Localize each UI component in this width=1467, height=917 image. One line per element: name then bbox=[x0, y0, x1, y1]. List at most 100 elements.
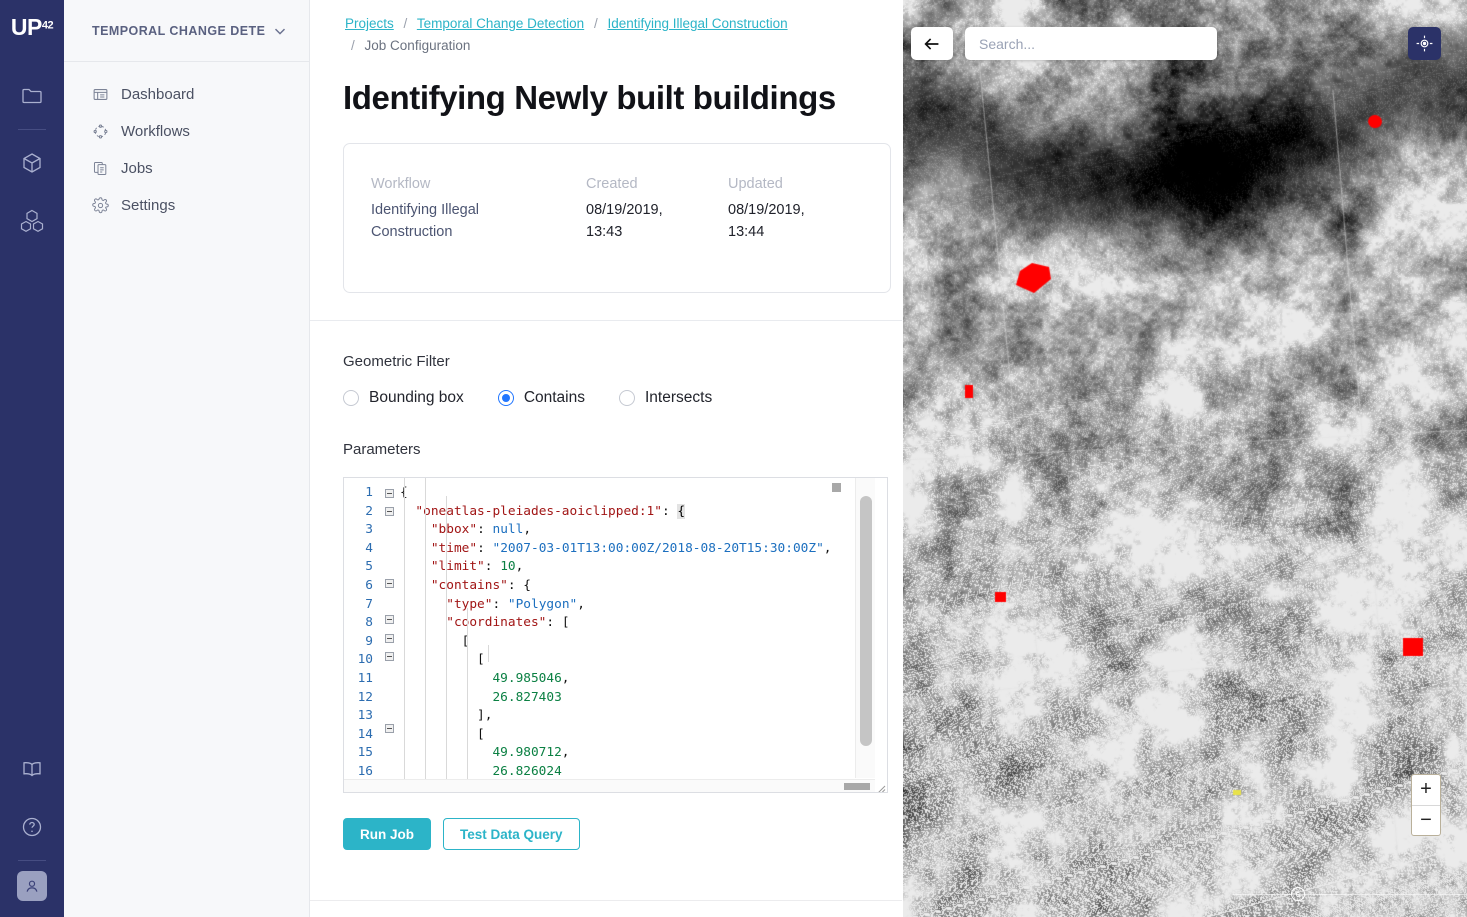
map-back-button[interactable] bbox=[911, 27, 953, 60]
editor-fold-toggle[interactable] bbox=[378, 629, 400, 647]
rail-bottom-group bbox=[0, 740, 64, 909]
info-col-created: Created 08/19/2019, 13:43 bbox=[586, 176, 728, 292]
parameters-code-editor[interactable]: 1234567891011121314151617 { "oneatlas-pl… bbox=[343, 477, 888, 793]
sidebar-item-dashboard[interactable]: Dashboard bbox=[64, 76, 309, 113]
sidebar-item-label: Settings bbox=[121, 197, 176, 214]
radio-icon[interactable] bbox=[343, 390, 359, 406]
radio-option-contains[interactable]: Contains bbox=[497, 389, 585, 407]
editor-fold-toggle[interactable] bbox=[378, 720, 400, 738]
editor-code-line: "limit": 10, bbox=[430, 559, 524, 575]
editor-line-number: 13 bbox=[357, 708, 373, 724]
sidebar-item-label: Workflows bbox=[121, 123, 190, 140]
dashboard-icon bbox=[92, 86, 109, 103]
parameters-label: Parameters bbox=[343, 441, 421, 458]
map-zoom-out-button[interactable]: − bbox=[1412, 806, 1440, 836]
created-label: Created bbox=[586, 176, 638, 192]
editor-code-line: 49.985046, bbox=[492, 670, 570, 686]
editor-scroll-marker bbox=[832, 483, 841, 492]
editor-fold-toggle[interactable] bbox=[378, 575, 400, 593]
editor-line-number: 7 bbox=[365, 596, 373, 612]
chevron-down-icon[interactable] bbox=[271, 22, 289, 40]
editor-line-numbers: 1234567891011121314151617 bbox=[344, 478, 378, 792]
map-panel[interactable]: + − c bbox=[903, 0, 1467, 917]
editor-code-line: [ bbox=[400, 633, 470, 649]
app-root: UP42 TEMPORAL CHANGE DETE Dashboard Work… bbox=[0, 0, 1467, 917]
sidebar-item-workflows[interactable]: Workflows bbox=[64, 113, 309, 150]
editor-line-number: 4 bbox=[365, 540, 373, 556]
editor-line-number: 12 bbox=[357, 689, 373, 705]
map-zoom-controls[interactable]: + − bbox=[1411, 774, 1441, 836]
editor-fold-empty bbox=[378, 738, 400, 756]
map-attribution-line bbox=[1233, 894, 1467, 895]
geometric-filter-radio-group: Bounding box Contains Intersects bbox=[343, 389, 902, 407]
workflows-icon[interactable] bbox=[12, 201, 52, 241]
editor-fold-empty bbox=[378, 593, 400, 611]
editor-fold-toggle[interactable] bbox=[378, 502, 400, 520]
editor-line-number: 5 bbox=[365, 559, 373, 575]
editor-line-number: 2 bbox=[365, 503, 373, 519]
radio-label: Intersects bbox=[645, 389, 713, 406]
editor-hscroll-thumb[interactable] bbox=[844, 783, 870, 790]
projects-icon[interactable] bbox=[12, 76, 52, 116]
editor-code-area[interactable]: { "oneatlas-pleiades-aoiclipped:1": { "b… bbox=[400, 478, 887, 792]
run-job-button[interactable]: Run Job bbox=[343, 818, 431, 850]
editor-fold-empty bbox=[378, 665, 400, 683]
satellite-imagery[interactable] bbox=[903, 0, 1467, 917]
updated-label: Updated bbox=[728, 176, 783, 192]
blocks-icon[interactable] bbox=[12, 143, 52, 183]
help-icon[interactable] bbox=[12, 807, 52, 847]
radio-option-bounding-box[interactable]: Bounding box bbox=[343, 389, 464, 407]
main-content: Projects / Temporal Change Detection / I… bbox=[310, 0, 902, 917]
info-col-workflow: Workflow Identifying Illegal Constructio… bbox=[371, 176, 586, 292]
breadcrumb-current: Job Configuration bbox=[364, 38, 471, 53]
crosshair-icon[interactable] bbox=[1408, 27, 1441, 60]
editor-fold-markers[interactable] bbox=[378, 478, 400, 792]
up42-logo[interactable]: UP42 bbox=[11, 14, 54, 41]
editor-scroll-thumb[interactable] bbox=[860, 496, 872, 746]
main-bottom-divider bbox=[310, 900, 902, 901]
radio-icon[interactable] bbox=[619, 390, 635, 406]
editor-code-line: [ bbox=[400, 652, 485, 668]
editor-code-line: "oneatlas-pleiades-aoiclipped:1": { bbox=[415, 503, 686, 519]
page-title: Identifying Newly built buildings bbox=[343, 79, 836, 116]
workflow-label: Workflow bbox=[371, 176, 431, 192]
radio-icon-selected[interactable] bbox=[497, 390, 514, 406]
workflow-value[interactable]: Identifying Illegal Construction bbox=[371, 199, 501, 243]
info-col-updated: Updated 08/19/2019, 13:44 bbox=[728, 176, 868, 292]
project-selector[interactable]: TEMPORAL CHANGE DETE bbox=[64, 0, 309, 62]
icon-rail: UP42 bbox=[0, 0, 64, 917]
editor-resize-handle[interactable] bbox=[874, 779, 886, 792]
map-search-input[interactable] bbox=[965, 27, 1217, 60]
map-zoom-in-button[interactable]: + bbox=[1412, 775, 1440, 806]
editor-fold-toggle[interactable] bbox=[378, 611, 400, 629]
docs-icon[interactable] bbox=[12, 749, 52, 789]
editor-code-line: "type": "Polygon", bbox=[446, 596, 585, 612]
editor-fold-toggle[interactable] bbox=[378, 484, 400, 502]
breadcrumb-projects[interactable]: Projects bbox=[345, 16, 394, 31]
editor-vertical-scrollbar[interactable] bbox=[832, 478, 875, 778]
rail-divider-bottom bbox=[18, 860, 46, 861]
sidebar-item-settings[interactable]: Settings bbox=[64, 187, 309, 224]
breadcrumb: Projects / Temporal Change Detection / I… bbox=[310, 0, 902, 57]
breadcrumb-separator: / bbox=[403, 16, 408, 31]
test-data-query-button[interactable]: Test Data Query bbox=[443, 818, 580, 850]
editor-line-number: 11 bbox=[357, 670, 373, 686]
editor-horizontal-scrollbar[interactable] bbox=[344, 779, 875, 792]
editor-fold-toggle[interactable] bbox=[378, 647, 400, 665]
editor-code-line: { bbox=[400, 484, 887, 503]
radio-option-intersects[interactable]: Intersects bbox=[619, 389, 712, 407]
logo-superscript: 42 bbox=[41, 19, 54, 32]
map-attribution-badge[interactable]: c bbox=[1291, 887, 1305, 901]
account-avatar[interactable] bbox=[17, 871, 47, 901]
updated-value: 08/19/2019, 13:44 bbox=[728, 202, 805, 240]
editor-code-line: "bbox": null, bbox=[430, 522, 532, 538]
editor-line-number: 6 bbox=[365, 577, 373, 593]
editor-fold-empty bbox=[378, 538, 400, 556]
editor-code-line: "contains": { bbox=[430, 577, 531, 593]
radio-label: Bounding box bbox=[369, 389, 464, 406]
breadcrumb-project[interactable]: Temporal Change Detection bbox=[417, 16, 584, 31]
breadcrumb-workflow[interactable]: Identifying Illegal Construction bbox=[607, 16, 787, 31]
radio-label: Contains bbox=[523, 389, 585, 406]
sidebar-item-jobs[interactable]: Jobs bbox=[64, 150, 309, 187]
editor-code-line: 26.827403 bbox=[492, 689, 562, 705]
